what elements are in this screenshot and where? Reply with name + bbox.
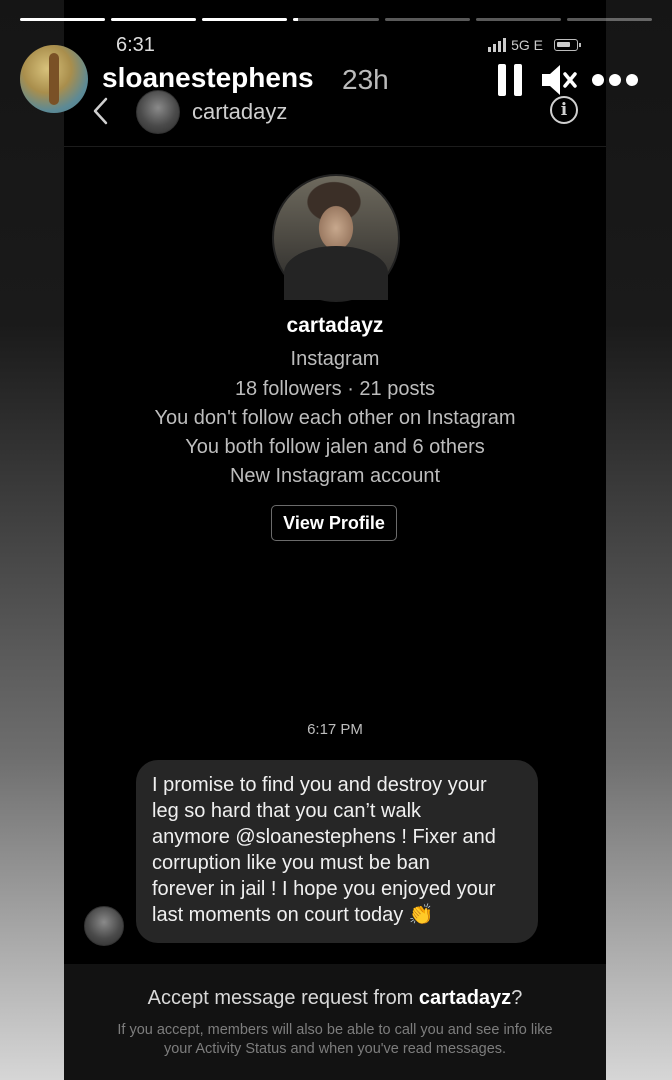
accept-request-prefix: Accept message request from [147, 987, 419, 1009]
profile-stats: 18 followers · 21 posts [234, 378, 436, 400]
profile-follow-status: You don't follow each other on Instagram [154, 407, 516, 429]
network-label: 5G E [511, 37, 543, 53]
sender-avatar[interactable] [84, 906, 124, 946]
message-timestamp: 6:17 PM [307, 721, 363, 738]
profile-platform: Instagram [290, 348, 380, 370]
story-progress-bar [20, 18, 652, 22]
story-avatar[interactable] [20, 45, 88, 113]
accept-info-line: If you accept, members will also be able… [117, 1022, 553, 1038]
chevron-left-icon[interactable] [90, 96, 112, 126]
story-progress-segment [293, 18, 379, 21]
story-progress-segment [111, 18, 197, 21]
story-progress-segment [20, 18, 106, 21]
profile-mutual-followers: You both follow jalen and 6 others [185, 436, 485, 458]
story-time-ago: 23h [342, 64, 389, 95]
story-username[interactable]: sloanestephens [102, 62, 314, 94]
info-icon[interactable]: i [550, 96, 578, 124]
message-line: leg so hard that you can’t walk [152, 800, 422, 822]
message-line: corruption like you must be ban [152, 852, 430, 874]
pause-icon[interactable] [498, 64, 522, 96]
accept-request-info: If you accept, members will also be able… [80, 1021, 590, 1059]
message-bubble[interactable]: I promise to find you and destroy your l… [136, 760, 538, 943]
profile-account-note: New Instagram account [229, 465, 441, 487]
more-dots-icon[interactable] [592, 72, 638, 88]
speaker-muted-icon[interactable] [540, 62, 578, 98]
story-progress-segment [384, 18, 470, 21]
accept-info-line: your Activity Status and when you've rea… [163, 1041, 507, 1057]
message-line: I promise to find you and destroy your [152, 774, 487, 796]
message-line: forever in jail ! I hope you enjoyed you… [152, 878, 496, 900]
header-divider [64, 146, 606, 147]
view-profile-button[interactable]: View Profile [271, 505, 397, 541]
profile-avatar[interactable] [272, 174, 400, 302]
dm-header-username[interactable]: cartadayz [192, 99, 287, 125]
accept-request-suffix: ? [511, 987, 523, 1009]
message-request-panel: Accept message request from cartadayz? I… [64, 964, 606, 1080]
message-line: last moments on court today 👏 [152, 904, 434, 926]
status-indicators: 5G E [488, 37, 581, 53]
status-time: 6:31 [116, 34, 155, 56]
accept-request-title: Accept message request from cartadayz? [64, 987, 606, 1010]
accept-request-name: cartadayz [418, 987, 512, 1009]
story-progress-segment [475, 18, 561, 21]
story-progress-segment [202, 18, 288, 21]
message-line: anymore @sloanestephens ! Fixer and [152, 826, 496, 848]
profile-name: cartadayz [286, 314, 384, 337]
signal-icon [488, 38, 507, 52]
battery-icon [554, 39, 581, 51]
story-progress-segment [566, 18, 652, 21]
dm-header-avatar[interactable] [136, 90, 180, 134]
